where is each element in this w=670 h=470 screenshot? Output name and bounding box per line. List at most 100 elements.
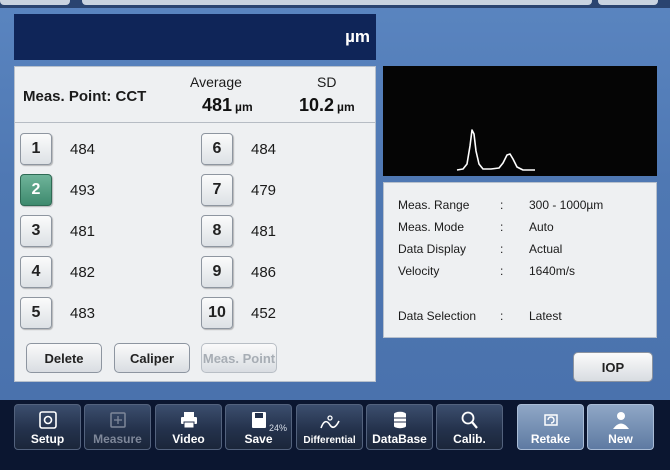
top-tab-left[interactable] [0,0,70,5]
info-value: 1640m/s [529,264,576,278]
retake-icon [543,414,558,426]
point-value: 481 [251,222,277,240]
waveform-trace [456,129,535,171]
point-row: 7 479 [201,172,276,208]
top-tab-right[interactable] [598,0,658,5]
point-row: 4 482 [20,254,95,290]
measure-button[interactable]: Measure [84,404,151,450]
point-row: 5 483 [20,295,95,331]
save-label: Save [244,432,273,446]
printer-icon [180,412,197,429]
meas-point-label: Meas. Point: CCT [23,88,147,105]
setup-icon [38,411,57,429]
info-separator: : [500,220,504,234]
info-separator: : [500,264,504,278]
info-value: Latest [529,309,562,323]
unit-label: µm [345,27,370,46]
point-button-8[interactable]: 8 [201,215,233,247]
point-row: 10 452 [201,295,276,331]
point-button-10[interactable]: 10 [201,297,233,329]
info-separator: : [500,242,504,256]
average-number: 481 [202,95,233,115]
iop-button[interactable]: IOP [573,352,653,382]
point-value: 481 [70,222,96,240]
point-button-6[interactable]: 6 [201,133,233,165]
point-row: 8 481 [201,213,276,249]
differential-label: Differential [303,435,356,446]
point-value: 484 [70,140,96,158]
screen: µm Meas. Point: CCT Average 481 µm SD 10.… [0,0,670,400]
point-button-7[interactable]: 7 [201,174,233,206]
point-row: 2 493 [20,172,95,208]
info-value: Auto [529,220,554,234]
info-panel: Meas. Range : 300 - 1000µm Meas. Mode : … [383,182,657,338]
waveform-display [383,66,657,176]
point-value: 486 [251,263,277,281]
new-label: New [608,432,633,446]
measure-icon [109,412,126,428]
video-label: Video [172,432,205,446]
info-key: Data Selection [398,309,477,323]
differential-button[interactable]: Differential [296,404,363,450]
floppy-disk-icon [251,412,266,428]
point-button-4[interactable]: 4 [20,256,52,288]
point-row: 9 486 [201,254,276,290]
point-row: 6 484 [201,131,276,167]
person-icon [612,412,629,429]
magnifier-icon [461,411,478,429]
average-value: 481 µm [202,95,253,116]
info-separator: : [500,198,504,212]
video-button[interactable]: Video [155,404,222,450]
calib-button[interactable]: Calib. [436,404,503,450]
point-value: 452 [251,304,277,322]
point-value: 493 [70,181,96,199]
save-percent: 24% [268,423,287,433]
measure-label: Measure [93,432,142,446]
save-button[interactable]: 24% Save [225,404,292,450]
differential-icon [319,415,340,429]
meas-point-button[interactable]: Meas. Point [201,343,277,373]
point-button-1[interactable]: 1 [20,133,52,165]
point-button-3[interactable]: 3 [20,215,52,247]
measurement-header: Meas. Point: CCT Average 481 µm SD 10.2 µm [15,67,375,123]
point-value: 483 [70,304,96,322]
setup-button[interactable]: Setup [14,404,81,450]
sd-unit: µm [337,100,355,114]
info-value: 300 - 1000µm [529,198,604,212]
info-key: Data Display [398,242,467,256]
average-unit: µm [235,100,253,114]
point-button-5[interactable]: 5 [20,297,52,329]
database-button[interactable]: DataBase [366,404,433,450]
info-key: Meas. Range [398,198,470,212]
delete-button[interactable]: Delete [26,343,102,373]
bottom-toolbar: Setup Measure Video 24% Save Differentia… [0,400,670,470]
sd-label: SD [317,74,337,90]
top-tab-center[interactable] [82,0,592,5]
database-icon [393,411,406,429]
sd-number: 10.2 [299,95,335,115]
caliper-button[interactable]: Caliper [114,343,190,373]
retake-button[interactable]: Retake [517,404,584,450]
measurement-panel: Meas. Point: CCT Average 481 µm SD 10.2 µm… [14,66,376,382]
point-value: 479 [251,181,277,199]
calib-label: Calib. [453,432,486,446]
setup-label: Setup [30,432,65,446]
point-button-2[interactable]: 2 [20,174,52,206]
unit-bar: µm [14,14,376,60]
point-row: 1 484 [20,131,95,167]
point-value: 482 [70,263,96,281]
point-value: 484 [251,140,277,158]
info-value: Actual [529,242,563,256]
point-button-9[interactable]: 9 [201,256,233,288]
database-label: DataBase [372,432,427,446]
point-row: 3 481 [20,213,95,249]
top-tab-strip [0,0,670,8]
info-key: Velocity [398,264,440,278]
info-separator: : [500,309,504,323]
average-label: Average [190,74,242,90]
sd-value: 10.2 µm [299,95,355,116]
measurement-actions: Delete Caliper Meas. Point [15,337,375,381]
info-key: Meas. Mode [398,220,465,234]
new-button[interactable]: New [587,404,654,450]
retake-label: Retake [530,432,571,446]
